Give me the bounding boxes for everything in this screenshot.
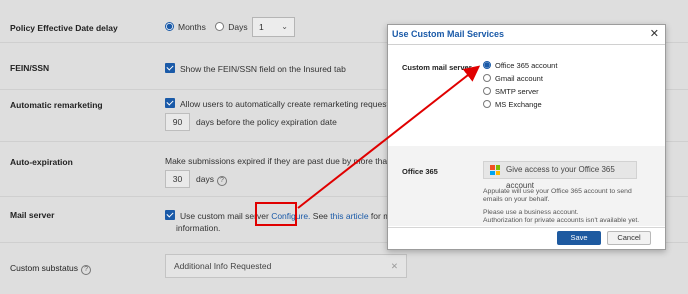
option-office365[interactable]: Office 365 account <box>483 61 557 70</box>
fein-label: FEIN/SSN <box>10 63 50 73</box>
substatus-label: Custom substatus <box>10 263 79 273</box>
policy-delay-controls: Months Days <box>165 22 248 32</box>
modal-header: Use Custom Mail Services ✕ <box>388 25 665 45</box>
remarketing-label: Automatic remarketing <box>10 100 103 110</box>
custom-mail-server-label: Custom mail server <box>402 63 472 72</box>
expiration-days-input[interactable]: 30 <box>165 170 190 188</box>
note-appulate-line2: emails on your behalf. <box>483 196 550 203</box>
substatus-value: Additional Info Requested <box>174 261 272 271</box>
office365-label: Office 365 <box>402 167 438 176</box>
microsoft-logo-icon <box>490 165 500 175</box>
delay-select[interactable]: 1 ⌄ <box>252 17 295 37</box>
option-gmail-label: Gmail account <box>495 74 543 83</box>
remarketing-checkbox[interactable] <box>165 98 175 108</box>
policy-delay-label: Policy Effective Date delay <box>10 23 118 33</box>
radio-exchange[interactable] <box>483 100 491 108</box>
configure-highlight <box>255 202 297 226</box>
mail-server-label: Mail server <box>10 210 55 220</box>
expiration-text: Make submissions expired if they are pas… <box>165 156 392 166</box>
option-gmail[interactable]: Gmail account <box>483 74 543 83</box>
note-appulate-line1: Appulate will use your Office 365 accoun… <box>483 188 632 195</box>
note-business: Please use a business account. Authoriza… <box>483 209 639 225</box>
cancel-button[interactable]: Cancel <box>607 231 651 245</box>
note-business-line2: Authorization for private accounts isn't… <box>483 217 640 224</box>
option-exchange[interactable]: MS Exchange <box>483 100 542 109</box>
expiration-days-label: days <box>196 174 214 184</box>
mail-services-modal: Use Custom Mail Services ✕ Custom mail s… <box>387 24 666 250</box>
substatus-field[interactable]: Additional Info Requested ✕ <box>165 254 407 278</box>
information-text: information. <box>176 223 221 233</box>
substatus-label-wrap: Custom substatus? <box>10 263 92 275</box>
mail-server-checkbox[interactable] <box>165 210 175 220</box>
close-icon[interactable]: ✕ <box>650 25 659 44</box>
remarketing-checkbox-text: Allow users to automatically create rema… <box>180 99 394 109</box>
remarketing-days-input[interactable]: 90 <box>165 113 190 131</box>
radio-gmail[interactable] <box>483 74 491 82</box>
modal-footer: Save Cancel <box>388 227 665 249</box>
radio-smtp[interactable] <box>483 87 491 95</box>
months-label: Months <box>178 22 206 32</box>
days-label: Days <box>228 22 248 32</box>
remarketing-days-text: days before the policy expiration date <box>196 117 337 127</box>
save-button[interactable]: Save <box>557 231 601 245</box>
modal-title: Use Custom Mail Services <box>392 29 505 39</box>
delay-select-value: 1 <box>259 22 264 32</box>
option-exchange-label: MS Exchange <box>495 100 542 109</box>
option-smtp[interactable]: SMTP server <box>483 87 539 96</box>
months-radio[interactable] <box>165 22 174 31</box>
note-appulate: Appulate will use your Office 365 accoun… <box>483 188 632 204</box>
fein-checkbox[interactable] <box>165 63 175 73</box>
note-business-line1: Please use a business account. <box>483 209 579 216</box>
option-office365-label: Office 365 account <box>495 61 558 70</box>
modal-body: Custom mail server Office 365 account Gm… <box>388 46 665 229</box>
radio-office365[interactable] <box>483 61 491 69</box>
close-icon[interactable]: ✕ <box>391 255 398 277</box>
expiration-label: Auto-expiration <box>10 157 73 167</box>
days-radio[interactable] <box>215 22 225 31</box>
office365-access-button[interactable]: Give access to your Office 365 account <box>483 161 637 190</box>
see-text: See <box>312 211 328 221</box>
chevron-down-icon: ⌄ <box>281 22 288 31</box>
office365-access-label: Give access to your Office 365 account <box>506 165 615 190</box>
fein-checkbox-text: Show the FEIN/SSN field on the Insured t… <box>180 64 346 74</box>
help-icon[interactable]: ? <box>81 265 92 275</box>
help-icon[interactable]: ? <box>216 176 227 186</box>
article-link[interactable]: this article <box>330 211 368 221</box>
option-smtp-label: SMTP server <box>495 87 539 96</box>
office365-section: Office 365 Give access to your Office 36… <box>388 146 665 226</box>
